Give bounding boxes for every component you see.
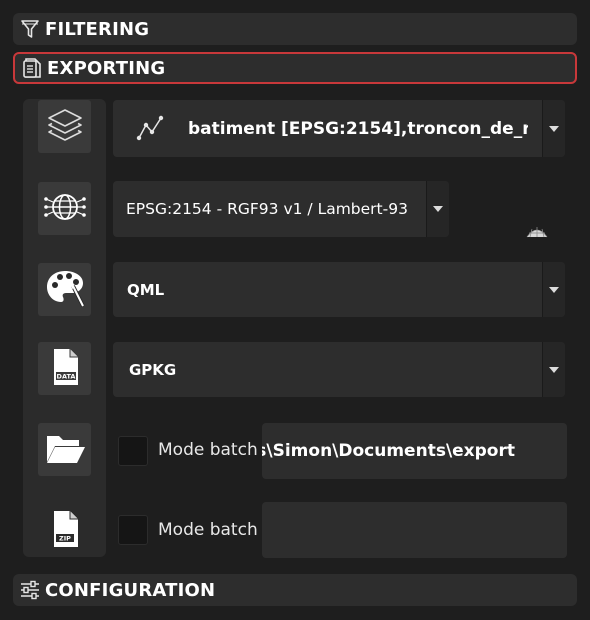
filtering-section-header[interactable]: FILTERING xyxy=(13,13,577,45)
crs-button[interactable] xyxy=(38,182,91,235)
crs-dropdown-arrow[interactable] xyxy=(426,181,449,237)
projection-grid-icon[interactable] xyxy=(525,223,549,243)
style-value: QML xyxy=(127,280,165,299)
zip-file-icon: ZIP xyxy=(45,507,85,555)
crs-value: EPSG:2154 - RGF93 v1 / Lambert-93 xyxy=(126,200,408,218)
chevron-down-icon xyxy=(433,206,443,212)
svg-text:DATA: DATA xyxy=(56,372,75,380)
chevron-down-icon xyxy=(549,125,559,132)
svg-text:ZIP: ZIP xyxy=(59,534,71,542)
format-combo[interactable]: GPKG xyxy=(113,342,565,397)
style-dropdown-arrow[interactable] xyxy=(542,262,565,317)
layers-value: batiment [EPSG:2154],troncon_de_route xyxy=(188,118,528,139)
zip-batch-checkbox[interactable] xyxy=(118,515,148,545)
zip-path-field[interactable] xyxy=(262,502,567,558)
folder-batch-checkbox[interactable] xyxy=(118,436,148,466)
funnel-icon xyxy=(19,18,41,40)
layers-icon xyxy=(44,104,86,150)
exporting-label: EXPORTING xyxy=(47,57,166,79)
style-combo[interactable]: QML xyxy=(113,262,565,317)
document-icon xyxy=(21,57,43,79)
crs-combo[interactable]: EPSG:2154 - RGF93 v1 / Lambert-93 xyxy=(113,181,449,237)
style-button[interactable] xyxy=(38,263,91,316)
zip-batch-label: Mode batch xyxy=(158,520,258,540)
format-button[interactable]: DATA xyxy=(38,342,91,395)
exporting-section-header[interactable]: EXPORTING xyxy=(13,52,577,84)
filtering-label: FILTERING xyxy=(45,18,150,40)
layers-dropdown-arrow[interactable] xyxy=(542,100,565,157)
output-folder-field[interactable]: C:\Users\Simon\Documents\export xyxy=(262,423,567,479)
format-dropdown-arrow[interactable] xyxy=(542,342,565,397)
configuration-label: CONFIGURATION xyxy=(45,579,216,601)
format-value: GPKG xyxy=(129,360,177,379)
layers-combo[interactable]: batiment [EPSG:2154],troncon_de_route xyxy=(113,100,565,157)
export-tools-panel xyxy=(23,99,106,557)
folder-batch-label: Mode batch xyxy=(158,440,258,460)
output-folder-button[interactable] xyxy=(38,423,91,476)
folder-icon xyxy=(43,428,87,472)
data-file-icon: DATA xyxy=(45,345,85,393)
zip-button[interactable]: ZIP xyxy=(38,504,91,557)
palette-icon xyxy=(43,266,87,314)
layers-button[interactable] xyxy=(38,100,91,153)
globe-network-icon xyxy=(43,185,87,233)
chevron-down-icon xyxy=(549,366,559,373)
chevron-down-icon xyxy=(549,286,559,293)
configuration-section-header[interactable]: CONFIGURATION xyxy=(13,574,577,606)
line-geometry-icon xyxy=(135,114,165,146)
sliders-icon xyxy=(19,579,41,601)
output-folder-path: C:\Users\Simon\Documents\export xyxy=(262,441,515,461)
